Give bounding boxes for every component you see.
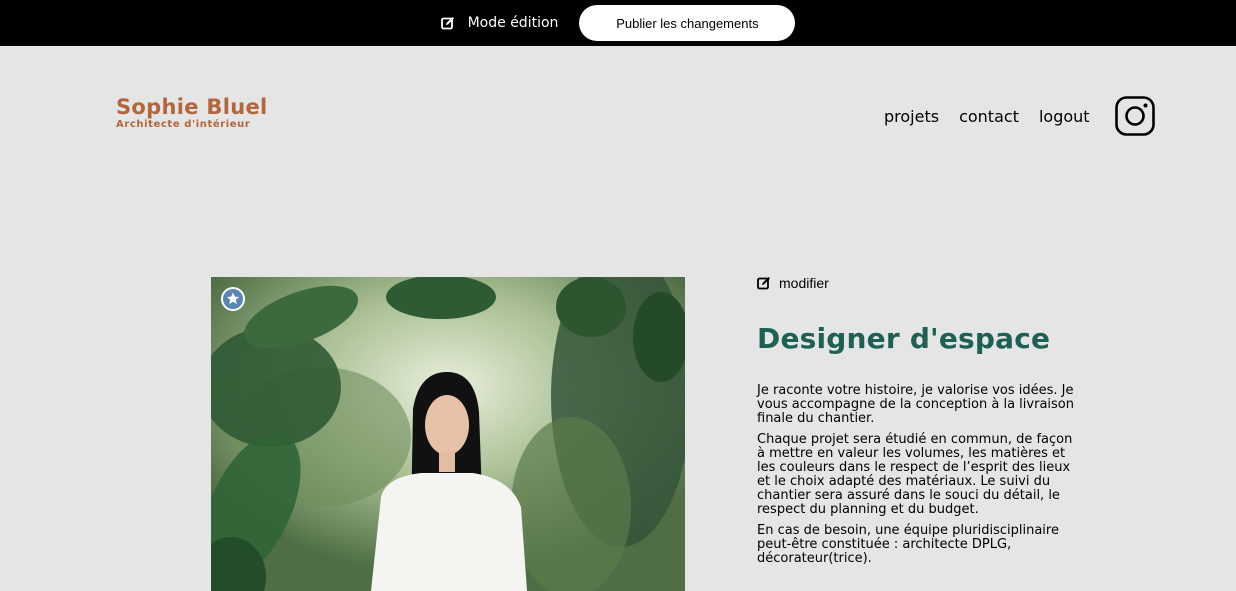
intro-paragraph: Je raconte votre histoire, je valorise v… (757, 383, 1074, 426)
edit-mode-bar: Mode édition Publier les changements (0, 0, 1236, 46)
edit-mode-label: Mode édition (467, 15, 559, 31)
intro-title: Designer d'espace (757, 322, 1051, 355)
nav-link-projets[interactable]: projets (884, 106, 939, 128)
logo-subtitle: Architecte d'intérieur (116, 119, 251, 130)
star-icon[interactable] (221, 287, 245, 311)
instagram-icon[interactable] (1115, 96, 1155, 136)
site-logo[interactable]: Sophie Bluel Architecte d'intérieur (116, 96, 267, 131)
intro-paragraph: Chaque projet sera étudié en commun, de … (757, 432, 1073, 517)
edit-icon (440, 17, 454, 30)
publish-changes-button[interactable]: Publier les changements (579, 5, 796, 41)
intro-text: Je raconte votre histoire, je valorise v… (757, 384, 1075, 573)
modify-intro-button[interactable]: modifier (757, 275, 829, 291)
logo-name: Sophie Bluel (116, 95, 268, 119)
nav-link-contact[interactable]: contact (959, 106, 1019, 128)
edit-icon (757, 277, 770, 290)
architect-portrait-photo (211, 277, 685, 591)
modify-label: modifier (779, 275, 829, 291)
nav-link-logout[interactable]: logout (1039, 106, 1090, 128)
intro-paragraph: En cas de besoin, une équipe pluridiscip… (757, 523, 1059, 566)
edit-mode-indicator: Mode édition (440, 15, 559, 31)
main-nav: projets contact logout (884, 106, 1110, 128)
